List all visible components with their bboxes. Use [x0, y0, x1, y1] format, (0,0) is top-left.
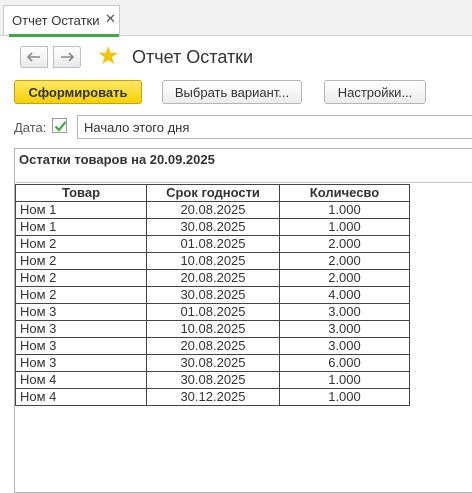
table-row: Ном 2 30.08.2025 4.000	[15, 286, 410, 304]
cell-product: Ном 1	[15, 201, 147, 219]
cell-product: Ном 1	[15, 218, 147, 236]
cell-expiry: 20.08.2025	[146, 337, 280, 355]
cell-quantity: 2.000	[279, 252, 410, 270]
table-row: Ном 2 20.08.2025 2.000	[15, 269, 410, 287]
cell-quantity: 2.000	[279, 269, 410, 287]
back-button[interactable]	[20, 46, 48, 68]
report-table: Товар Срок годности Количесво Ном 1 20.08…	[15, 184, 410, 406]
cell-quantity: 4.000	[279, 286, 410, 304]
table-row: Ном 2 10.08.2025 2.000	[15, 252, 410, 270]
column-header-quantity: Количесво	[279, 184, 410, 202]
select-variant-button[interactable]: Выбрать вариант...	[162, 80, 302, 104]
date-field[interactable]: Начало этого дня	[77, 115, 472, 139]
tab-label: Отчет Остатки	[12, 13, 100, 28]
cell-product: Ном 3	[15, 303, 147, 321]
cell-product: Ном 2	[15, 235, 147, 253]
report-title: Остатки товаров на 20.09.2025	[19, 152, 215, 167]
tab-report-ostatki[interactable]: Отчет Остатки ✕	[3, 5, 120, 37]
table-row: Ном 3 30.08.2025 6.000	[15, 354, 410, 372]
forward-button[interactable]	[53, 46, 81, 68]
cell-product: Ном 2	[15, 286, 147, 304]
cell-quantity: 1.000	[279, 371, 410, 389]
table-row: Ном 4 30.08.2025 1.000	[15, 371, 410, 389]
cell-product: Ном 2	[15, 269, 147, 287]
cell-product: Ном 4	[15, 388, 147, 406]
cell-product: Ном 3	[15, 320, 147, 338]
cell-expiry: 30.08.2025	[146, 371, 280, 389]
cell-quantity: 2.000	[279, 235, 410, 253]
cell-expiry: 10.08.2025	[146, 320, 280, 338]
cell-quantity: 1.000	[279, 388, 410, 406]
checkmark-icon	[54, 121, 67, 132]
star-icon[interactable]: ★	[97, 44, 119, 69]
cell-expiry: 30.08.2025	[146, 354, 280, 372]
cell-quantity: 3.000	[279, 303, 410, 321]
column-header-product: Товар	[15, 184, 147, 202]
report-area[interactable]: Остатки товаров на 20.09.2025 Товар Срок…	[14, 148, 472, 493]
cell-expiry: 01.08.2025	[146, 235, 280, 253]
cell-quantity: 1.000	[279, 201, 410, 219]
table-row: Ном 3 20.08.2025 3.000	[15, 337, 410, 355]
cell-product: Ном 4	[15, 371, 147, 389]
arrow-left-icon	[27, 52, 40, 62]
table-row: Ном 3 01.08.2025 3.000	[15, 303, 410, 321]
column-header-expiry: Срок годности	[146, 184, 280, 202]
cell-expiry: 10.08.2025	[146, 252, 280, 270]
arrow-right-icon	[61, 52, 74, 62]
cell-product: Ном 3	[15, 337, 147, 355]
report-divider	[15, 182, 472, 183]
cell-expiry: 20.08.2025	[146, 201, 280, 219]
close-icon[interactable]: ✕	[105, 11, 116, 27]
date-checkbox[interactable]	[52, 118, 67, 133]
table-row: Ном 2 01.08.2025 2.000	[15, 235, 410, 253]
page-title: Отчет Остатки	[132, 47, 254, 67]
cell-quantity: 3.000	[279, 337, 410, 355]
cell-quantity: 6.000	[279, 354, 410, 372]
cell-product: Ном 3	[15, 354, 147, 372]
table-row: Ном 1 30.08.2025 1.000	[15, 218, 410, 236]
cell-quantity: 3.000	[279, 320, 410, 338]
settings-button[interactable]: Настройки...	[324, 80, 426, 104]
active-tab-indicator	[9, 34, 119, 37]
table-header-row: Товар Срок годности Количесво	[15, 184, 410, 202]
cell-expiry: 30.12.2025	[146, 388, 280, 406]
date-label: Дата:	[14, 120, 47, 135]
cell-expiry: 30.08.2025	[146, 218, 280, 236]
table-row: Ном 4 30.12.2025 1.000	[15, 388, 410, 406]
tab-strip: Отчет Остатки ✕	[0, 0, 472, 37]
cell-quantity: 1.000	[279, 218, 410, 236]
cell-product: Ном 2	[15, 252, 147, 270]
table-row: Ном 3 10.08.2025 3.000	[15, 320, 410, 338]
cell-expiry: 30.08.2025	[146, 286, 280, 304]
cell-expiry: 20.08.2025	[146, 269, 280, 287]
generate-button[interactable]: Сформировать	[14, 80, 142, 104]
cell-expiry: 01.08.2025	[146, 303, 280, 321]
table-row: Ном 1 20.08.2025 1.000	[15, 201, 410, 219]
